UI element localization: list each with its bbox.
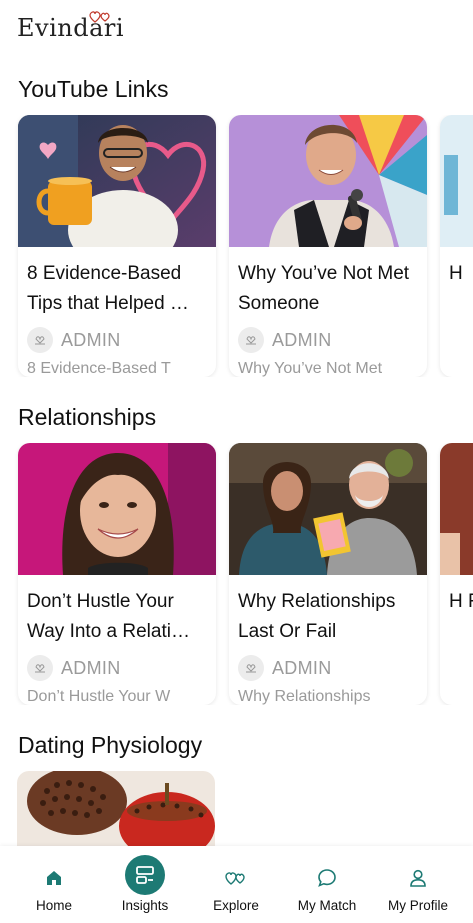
nav-my-match[interactable]: My Match (282, 846, 372, 923)
article-card[interactable]: H (440, 115, 473, 377)
section-title-relationships: Relationships (18, 404, 157, 430)
author-avatar (238, 655, 264, 681)
card-thumbnail (229, 115, 427, 247)
chat-bubble-icon (307, 858, 347, 898)
nav-insights[interactable]: Insights (100, 846, 190, 923)
card-author: ADMIN (27, 655, 121, 681)
article-card[interactable] (17, 771, 215, 846)
article-card[interactable]: Why Relationships Last Or Fail ADMIN Why… (229, 443, 427, 705)
article-card[interactable]: Why You’ve Not Met Someone ADMIN Why You… (229, 115, 427, 377)
author-avatar (27, 655, 53, 681)
nav-label: Explore (213, 898, 259, 913)
home-icon (34, 858, 74, 898)
card-title: Why Relationships Last Or Fail (238, 591, 396, 642)
card-title: H F (449, 591, 473, 612)
nav-explore[interactable]: Explore (191, 846, 281, 923)
section-title-youtube-links: YouTube Links (18, 76, 169, 102)
logo-small-icon (35, 336, 45, 345)
author-name: ADMIN (272, 329, 332, 350)
article-card[interactable]: Don’t Hustle Your Way Into a Relati… ADM… (18, 443, 216, 705)
card-author: ADMIN (238, 655, 332, 681)
insights-icon (125, 855, 165, 895)
nav-label: My Match (297, 898, 357, 913)
article-card[interactable]: 8 Evidence-Based Tips that Helped … ADMI… (18, 115, 216, 377)
nav-home[interactable]: Home (9, 846, 99, 923)
card-excerpt: 8 Evidence-Based T (27, 360, 171, 377)
card-author: ADMIN (238, 327, 332, 353)
logo-small-icon (246, 336, 256, 345)
logo-hearts-icon (89, 11, 110, 23)
app-header: Evindari (0, 0, 473, 60)
card-author: ADMIN (27, 327, 121, 353)
bottom-nav: Home Insights Explore My Match My Profil… (0, 846, 473, 923)
nav-my-profile[interactable]: My Profile (373, 846, 463, 923)
author-avatar (238, 327, 264, 353)
nav-label: Home (35, 898, 72, 913)
carousel-youtube-links[interactable]: 8 Evidence-Based Tips that Helped … ADMI… (0, 115, 473, 377)
card-title: H (449, 263, 463, 284)
card-thumbnail (18, 443, 216, 575)
author-name: ADMIN (272, 657, 332, 678)
explore-icon (216, 858, 256, 898)
card-thumbnail (229, 443, 427, 575)
nav-label: My Profile (387, 898, 448, 913)
section-title-dating-physiology: Dating Physiology (18, 732, 203, 758)
card-thumbnail (440, 443, 473, 575)
card-thumbnail (440, 115, 473, 247)
nav-label: Insights (121, 898, 169, 913)
profile-icon (398, 858, 438, 898)
card-thumbnail (18, 115, 216, 247)
card-title: Why You’ve Not Met Someone (238, 263, 410, 314)
card-thumbnail (17, 771, 215, 846)
card-excerpt: Don’t Hustle Your W (27, 688, 171, 705)
card-title: 8 Evidence-Based Tips that Helped … (27, 263, 189, 314)
card-excerpt: Why You’ve Not Met (238, 360, 383, 377)
logo-small-icon (35, 664, 45, 673)
card-excerpt: Why Relationships (238, 688, 371, 705)
author-avatar (27, 327, 53, 353)
card-title: Don’t Hustle Your Way Into a Relati… (27, 591, 190, 642)
author-name: ADMIN (61, 657, 121, 678)
carousel-relationships[interactable]: Don’t Hustle Your Way Into a Relati… ADM… (0, 443, 473, 705)
author-name: ADMIN (61, 329, 121, 350)
logo-small-icon (246, 664, 256, 673)
article-card[interactable]: H F (440, 443, 473, 705)
